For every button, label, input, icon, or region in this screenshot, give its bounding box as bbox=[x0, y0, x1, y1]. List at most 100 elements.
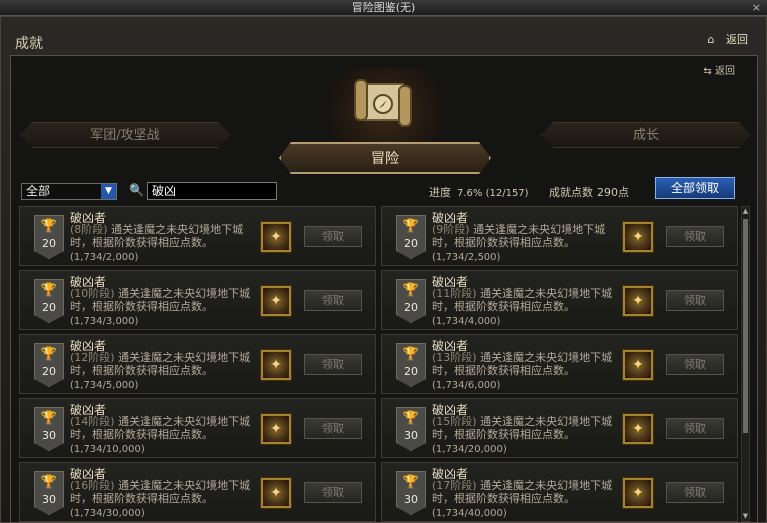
claim-all-button[interactable]: 全部领取 bbox=[655, 177, 735, 199]
tab-legion[interactable]: 军团/攻坚战 bbox=[20, 122, 230, 148]
achievement-description: (15阶段) 通关逢魔之未央幻境地下城时，根据阶数获得相应点数。 bbox=[432, 415, 622, 441]
home-icon[interactable]: ⌂ bbox=[708, 33, 715, 46]
achievement-card: 🏆 20 破凶者 (13阶段) 通关逢魔之未央幻境地下城时，根据阶数获得相应点数。 (1… bbox=[381, 334, 738, 394]
claim-button[interactable]: 领取 bbox=[304, 290, 362, 311]
chevron-down-icon[interactable]: ▼ bbox=[101, 184, 116, 199]
achievement-points: 20 bbox=[42, 301, 56, 314]
trophy-icon: 🏆 bbox=[40, 411, 58, 426]
sub-back-button[interactable]: ⇆ 返回 bbox=[703, 62, 735, 77]
achievement-description: (17阶段) 通关逢魔之未央幻境地下城时，根据阶数获得相应点数。 bbox=[432, 479, 622, 505]
claim-button[interactable]: 领取 bbox=[666, 226, 724, 247]
achievement-card: 🏆 30 破凶者 (16阶段) 通关逢魔之未央幻境地下城时，根据阶数获得相应点数。 (1… bbox=[19, 462, 376, 522]
achievement-progress: (1,734/30,000) bbox=[70, 508, 145, 519]
trophy-icon: 🏆 bbox=[40, 475, 58, 490]
trophy-badge: 🏆 30 bbox=[34, 407, 64, 451]
achievement-description: (10阶段) 通关逢魔之未央幻境地下城时，根据阶数获得相应点数。 bbox=[70, 287, 260, 313]
achievement-points: 20 bbox=[404, 365, 418, 378]
achievement-description: (12阶段) 通关逢魔之未央幻境地下城时，根据阶数获得相应点数。 bbox=[70, 351, 260, 377]
achievement-progress: (1,734/4,000) bbox=[432, 316, 501, 327]
trophy-icon: 🏆 bbox=[402, 475, 420, 490]
claim-button[interactable]: 领取 bbox=[666, 290, 724, 311]
section-title: 成就 bbox=[15, 36, 43, 52]
reward-icon[interactable]: ✦ bbox=[623, 414, 653, 444]
achievement-points: 30 bbox=[42, 493, 56, 506]
reward-icon[interactable]: ✦ bbox=[623, 286, 653, 316]
achievement-stage: (14阶段) bbox=[70, 415, 115, 428]
reward-icon[interactable]: ✦ bbox=[261, 350, 291, 380]
tab-growth[interactable]: 成长 bbox=[541, 122, 751, 148]
achievement-progress: (1,734/3,000) bbox=[70, 316, 139, 327]
trophy-icon: 🏆 bbox=[402, 219, 420, 234]
claim-button[interactable]: 领取 bbox=[304, 482, 362, 503]
tab-adventure[interactable]: 冒险 bbox=[279, 142, 491, 174]
achievement-description: (13阶段) 通关逢魔之未央幻境地下城时，根据阶数获得相应点数。 bbox=[432, 351, 622, 377]
reward-icon[interactable]: ✦ bbox=[261, 478, 291, 508]
close-icon[interactable]: × bbox=[752, 0, 761, 15]
achievement-card: 🏆 20 破凶者 (11阶段) 通关逢魔之未央幻境地下城时，根据阶数获得相应点数。 (1… bbox=[381, 270, 738, 330]
trophy-badge: 🏆 20 bbox=[34, 279, 64, 323]
window-title: 冒险图鉴(无) bbox=[351, 1, 416, 14]
achievement-stage: (15阶段) bbox=[432, 415, 477, 428]
achievement-card: 🏆 20 破凶者 (10阶段) 通关逢魔之未央幻境地下城时，根据阶数获得相应点数。 (1… bbox=[19, 270, 376, 330]
scroll-up-icon[interactable]: ▲ bbox=[742, 207, 749, 216]
achievement-points: 30 bbox=[404, 429, 418, 442]
category-filter-select[interactable]: 全部 ▼ bbox=[21, 183, 117, 200]
achievement-stage: (13阶段) bbox=[432, 351, 477, 364]
achievement-stage: (8阶段) bbox=[70, 223, 108, 236]
top-back-button[interactable]: ⌂ 返回 bbox=[708, 31, 748, 47]
achievement-panel: ⇆ 返回 军团/攻坚战 冒险 成长 全部 ▼ 🔍 破凶 进度 7.6% (12/1… bbox=[10, 55, 758, 523]
reward-icon[interactable]: ✦ bbox=[261, 222, 291, 252]
sub-back-label[interactable]: 返回 bbox=[715, 66, 735, 77]
trophy-icon: 🏆 bbox=[402, 283, 420, 298]
scroll-icon bbox=[354, 79, 412, 127]
achievement-progress: (1,734/2,000) bbox=[70, 252, 139, 263]
reward-icon[interactable]: ✦ bbox=[261, 286, 291, 316]
progress-readout: 进度 7.6% (12/157) bbox=[429, 184, 529, 200]
top-back-label[interactable]: 返回 bbox=[726, 33, 748, 46]
achievement-description: (14阶段) 通关逢魔之未央幻境地下城时，根据阶数获得相应点数。 bbox=[70, 415, 260, 441]
trophy-badge: 🏆 20 bbox=[396, 279, 426, 323]
trophy-badge: 🏆 20 bbox=[396, 215, 426, 259]
claim-button[interactable]: 领取 bbox=[304, 354, 362, 375]
back-arrow-icon: ⇆ bbox=[703, 66, 712, 77]
trophy-badge: 🏆 30 bbox=[396, 471, 426, 515]
search-input[interactable]: 破凶 bbox=[147, 182, 277, 200]
reward-icon[interactable]: ✦ bbox=[623, 350, 653, 380]
progress-value: 7.6% (12/157) bbox=[457, 188, 529, 199]
achievement-progress: (1,734/2,500) bbox=[432, 252, 501, 263]
scroll-down-icon[interactable]: ▼ bbox=[742, 512, 749, 521]
achievement-stage: (12阶段) bbox=[70, 351, 115, 364]
claim-button[interactable]: 领取 bbox=[666, 354, 724, 375]
scrollbar[interactable]: ▲ ▼ bbox=[741, 206, 750, 522]
achievement-points: 30 bbox=[42, 429, 56, 442]
claim-button[interactable]: 领取 bbox=[304, 226, 362, 247]
reward-icon[interactable]: ✦ bbox=[261, 414, 291, 444]
trophy-icon: 🏆 bbox=[402, 411, 420, 426]
achievement-progress: (1,734/20,000) bbox=[432, 444, 507, 455]
trophy-badge: 🏆 20 bbox=[34, 215, 64, 259]
window-titlebar: 冒险图鉴(无) × bbox=[0, 0, 767, 16]
trophy-icon: 🏆 bbox=[40, 347, 58, 362]
points-value: 290点 bbox=[597, 186, 629, 199]
achievement-points: 30 bbox=[404, 493, 418, 506]
achievement-points: 20 bbox=[404, 301, 418, 314]
achievement-card: 🏆 30 破凶者 (14阶段) 通关逢魔之未央幻境地下城时，根据阶数获得相应点数。 (1… bbox=[19, 398, 376, 458]
achievement-stage: (17阶段) bbox=[432, 479, 477, 492]
achievement-card: 🏆 20 破凶者 (12阶段) 通关逢魔之未央幻境地下城时，根据阶数获得相应点数。 (1… bbox=[19, 334, 376, 394]
trophy-icon: 🏆 bbox=[40, 219, 58, 234]
achievement-progress: (1,734/5,000) bbox=[70, 380, 139, 391]
achievement-progress: (1,734/40,000) bbox=[432, 508, 507, 519]
reward-icon[interactable]: ✦ bbox=[623, 222, 653, 252]
achievement-description: (9阶段) 通关逢魔之未央幻境地下城时，根据阶数获得相应点数。 bbox=[432, 223, 622, 249]
claim-button[interactable]: 领取 bbox=[666, 482, 724, 503]
achievement-description: (16阶段) 通关逢魔之未央幻境地下城时，根据阶数获得相应点数。 bbox=[70, 479, 260, 505]
achievement-description: (11阶段) 通关逢魔之未央幻境地下城时，根据阶数获得相应点数。 bbox=[432, 287, 622, 313]
trophy-badge: 🏆 20 bbox=[34, 343, 64, 387]
claim-button[interactable]: 领取 bbox=[666, 418, 724, 439]
trophy-badge: 🏆 30 bbox=[396, 407, 426, 451]
claim-button[interactable]: 领取 bbox=[304, 418, 362, 439]
scroll-thumb[interactable] bbox=[743, 219, 748, 433]
reward-icon[interactable]: ✦ bbox=[623, 478, 653, 508]
trophy-icon: 🏆 bbox=[40, 283, 58, 298]
category-filter-value: 全部 bbox=[26, 184, 51, 198]
